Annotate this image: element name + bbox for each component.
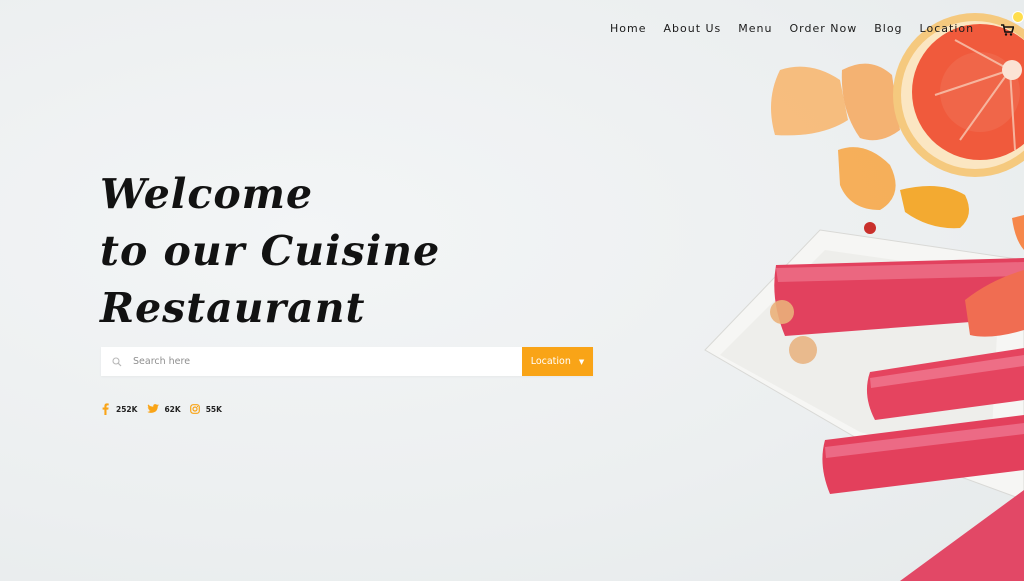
hero-line-restaurant: Restaurant <box>100 284 366 332</box>
social-stats: 252K 62K 55K <box>100 403 231 415</box>
search-field-icon <box>101 347 133 376</box>
main-nav: Home About Us Menu Order Now Blog Locati… <box>610 11 1024 36</box>
nav-about-us[interactable]: About Us <box>663 22 721 35</box>
twitter-icon <box>146 403 159 415</box>
social-instagram[interactable]: 55K <box>190 403 222 415</box>
instagram-icon <box>190 403 201 415</box>
facebook-icon <box>100 403 111 415</box>
nav-menu[interactable]: Menu <box>738 22 772 35</box>
cart-icon[interactable] <box>1001 11 1024 36</box>
hero-line-welcome: Welcome <box>100 170 314 218</box>
facebook-count: 252K <box>116 404 138 414</box>
hero-heading: Welcome to our Cuisine Restaurant <box>100 166 440 337</box>
instagram-count: 55K <box>205 404 222 414</box>
social-twitter[interactable]: 62K <box>146 403 181 415</box>
location-dropdown-label: Location <box>530 356 571 367</box>
nav-location[interactable]: Location <box>920 22 975 35</box>
twitter-count: 62K <box>164 404 181 414</box>
nav-home[interactable]: Home <box>610 22 646 35</box>
nav-order-now[interactable]: Order Now <box>790 22 858 35</box>
location-dropdown-button[interactable]: Location ▼ <box>522 347 593 376</box>
search-bar: Location ▼ <box>101 347 593 376</box>
chevron-down-icon: ▼ <box>578 357 585 366</box>
nav-blog[interactable]: Blog <box>874 22 902 35</box>
social-facebook[interactable]: 252K <box>100 403 137 415</box>
hero-line-cuisine: to our Cuisine <box>100 227 441 275</box>
cart-badge <box>1012 11 1024 23</box>
search-input[interactable] <box>133 347 522 376</box>
